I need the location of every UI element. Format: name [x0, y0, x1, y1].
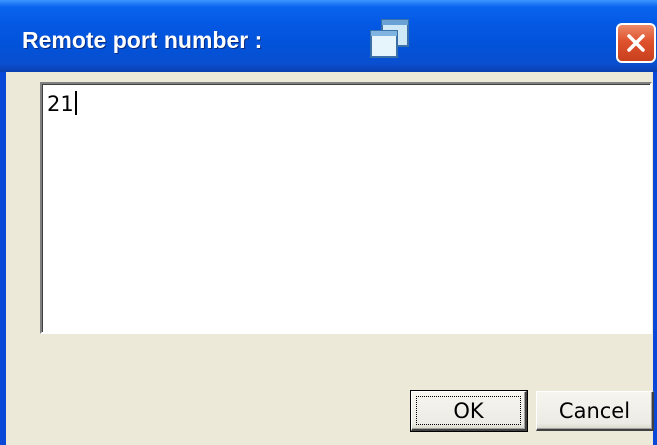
cancel-button-label: Cancel	[558, 398, 631, 423]
overlapping-windows-icon	[368, 18, 412, 60]
text-caret	[74, 91, 77, 115]
close-button[interactable]	[616, 23, 656, 63]
ok-button-label: OK	[453, 398, 484, 423]
port-number-input[interactable]: 21	[40, 82, 652, 334]
port-number-value: 21	[47, 92, 74, 116]
ok-button[interactable]: OK	[410, 390, 528, 432]
dialog-window: Remote port number : 21 OK Cancel	[0, 0, 657, 445]
cancel-button[interactable]: Cancel	[536, 391, 654, 431]
dialog-title: Remote port number :	[22, 27, 263, 53]
title-bar[interactable]: Remote port number :	[0, 0, 657, 72]
